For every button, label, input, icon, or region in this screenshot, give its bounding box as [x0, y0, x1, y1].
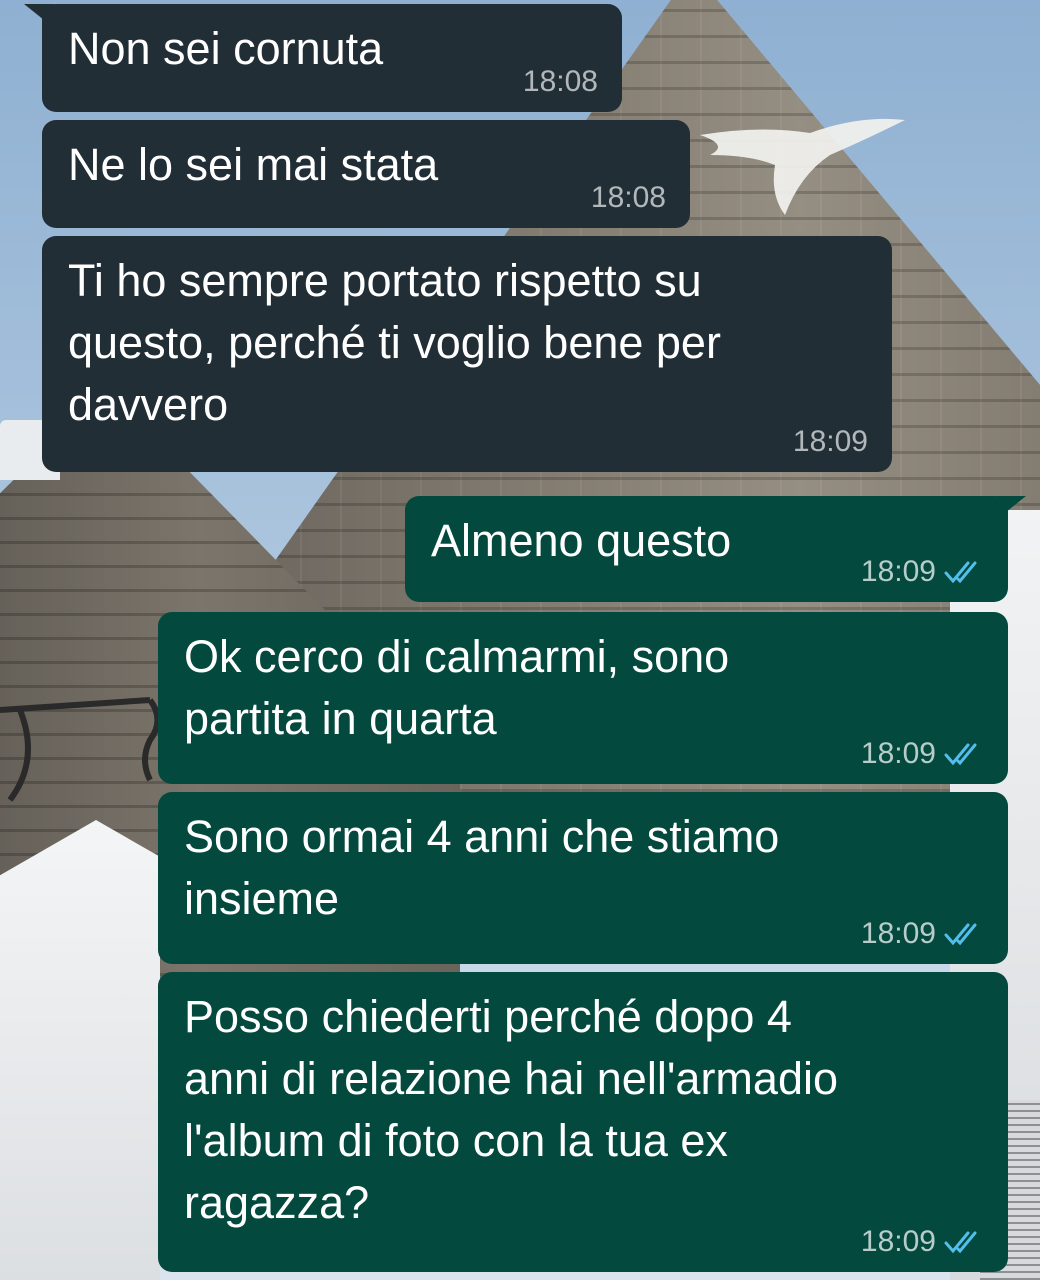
- message-time: 18:09: [860, 555, 936, 588]
- chat-thread[interactable]: Non sei cornuta 18:08 Ne lo sei mai stat…: [0, 0, 1040, 1280]
- double-check-icon: [944, 743, 977, 766]
- message-time: 18:09: [860, 917, 936, 950]
- double-check-icon: [944, 561, 977, 584]
- message-time: 18:09: [860, 1225, 936, 1258]
- message-bubble-outgoing[interactable]: Sono ormai 4 anni che stiamo insieme 18:…: [158, 792, 1008, 964]
- message-bubble-outgoing[interactable]: Ok cerco di calmarmi, sono partita in qu…: [158, 612, 1008, 784]
- message-bubble-incoming[interactable]: Ti ho sempre portato rispetto su questo,…: [42, 236, 892, 472]
- message-bubble-outgoing[interactable]: Posso chiederti perché dopo 4 anni di re…: [158, 972, 1008, 1272]
- message-text: Sono ormai 4 anni che stiamo insieme: [184, 811, 780, 924]
- message-text: Ti ho sempre portato rispetto su questo,…: [68, 255, 721, 430]
- message-text: Posso chiederti perché dopo 4 anni di re…: [184, 991, 838, 1228]
- message-time: 18:09: [860, 737, 936, 770]
- message-time: 18:08: [522, 65, 598, 98]
- double-check-icon: [944, 923, 977, 946]
- message-bubble-incoming[interactable]: Ne lo sei mai stata 18:08: [42, 120, 690, 228]
- double-check-icon: [944, 1231, 977, 1254]
- message-time: 18:09: [792, 425, 868, 458]
- message-text: Non sei cornuta: [68, 23, 384, 74]
- message-text: Ne lo sei mai stata: [68, 139, 439, 190]
- message-bubble-incoming[interactable]: Non sei cornuta 18:08: [42, 4, 622, 112]
- message-bubble-outgoing[interactable]: Almeno questo 18:09: [405, 496, 1008, 602]
- message-time: 18:08: [590, 181, 666, 214]
- message-text: Ok cerco di calmarmi, sono partita in qu…: [184, 631, 730, 744]
